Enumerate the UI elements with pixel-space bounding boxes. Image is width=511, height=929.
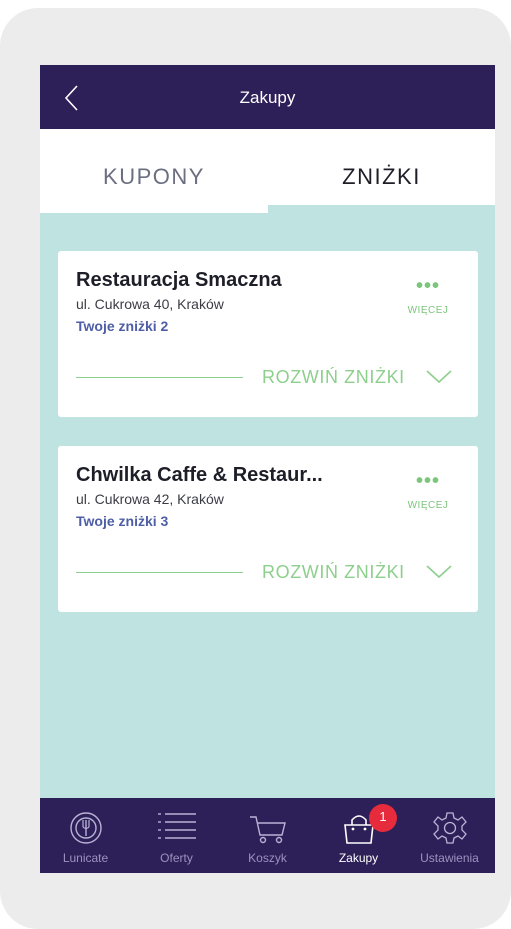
discounts-count-link[interactable]: Twoje zniżki 2 [76,318,168,334]
phone-frame: Zakupy KUPONY ZNIŻKI Restauracja Smaczna… [0,8,511,929]
expand-label: ROZWIŃ ZNIŻKI [262,562,405,582]
discounts-count-link[interactable]: Twoje zniżki 3 [76,513,168,529]
tab-label: ZNIŻKI [342,164,421,189]
page-title: Zakupy [239,88,296,107]
more-dots-icon: ••• [415,275,440,297]
cart-badge: 1 [369,804,397,832]
expand-label: ROZWIŃ ZNIŻKI [262,367,405,387]
more-button[interactable]: ••• WIĘCEJ [400,470,456,518]
divider-line [76,572,243,573]
tab-bar: KUPONY ZNIŻKI [40,129,495,213]
nav-label: Koszyk [248,851,287,865]
nav-label: Zakupy [338,851,379,865]
more-label: WIĘCEJ [407,305,449,316]
chevron-down-icon [426,370,452,384]
more-button[interactable]: ••• WIĘCEJ [400,275,456,323]
nav-zakupy[interactable]: 1 Zakupy [313,798,404,873]
nav-label: Ustawienia [420,851,479,865]
divider-line [76,377,243,378]
gear-icon [432,812,467,844]
nav-koszyk[interactable]: Koszyk [222,798,313,873]
restaurant-card: Chwilka Caffe & Restaur... ul. Cukrowa 4… [58,446,478,612]
top-bar: Zakupy [40,65,495,129]
cart-icon [249,816,286,844]
more-dots-icon: ••• [415,470,440,492]
nav-label: Oferty [160,851,193,865]
restaurant-address: ul. Cukrowa 40, Kraków [76,296,224,312]
tab-label: KUPONY [103,164,205,189]
tab-znizki[interactable]: ZNIŻKI [268,129,495,205]
app-screen: Zakupy KUPONY ZNIŻKI Restauracja Smaczna… [40,65,495,873]
expand-discounts-button[interactable]: ROZWIŃ ZNIŻKI [76,558,460,588]
list-icon [157,813,196,839]
nav-ustawienia[interactable]: Ustawienia [404,798,495,873]
plate-cutlery-icon [69,812,102,844]
restaurant-card: Restauracja Smaczna ul. Cukrowa 40, Krak… [58,251,478,417]
restaurant-name: Chwilka Caffe & Restaur... [76,464,323,486]
more-label: WIĘCEJ [407,500,449,511]
nav-oferty[interactable]: Oferty [131,798,222,873]
bottom-navigation: Lunicate Oferty Koszyk 1 Zakupy Ustawien… [40,798,495,873]
chevron-down-icon [426,565,452,579]
restaurant-address: ul. Cukrowa 42, Kraków [76,491,224,507]
restaurant-name: Restauracja Smaczna [76,269,282,291]
expand-discounts-button[interactable]: ROZWIŃ ZNIŻKI [76,363,460,393]
nav-lunicate[interactable]: Lunicate [40,798,131,873]
tab-kupony[interactable]: KUPONY [40,129,268,213]
nav-label: Lunicate [62,851,109,865]
